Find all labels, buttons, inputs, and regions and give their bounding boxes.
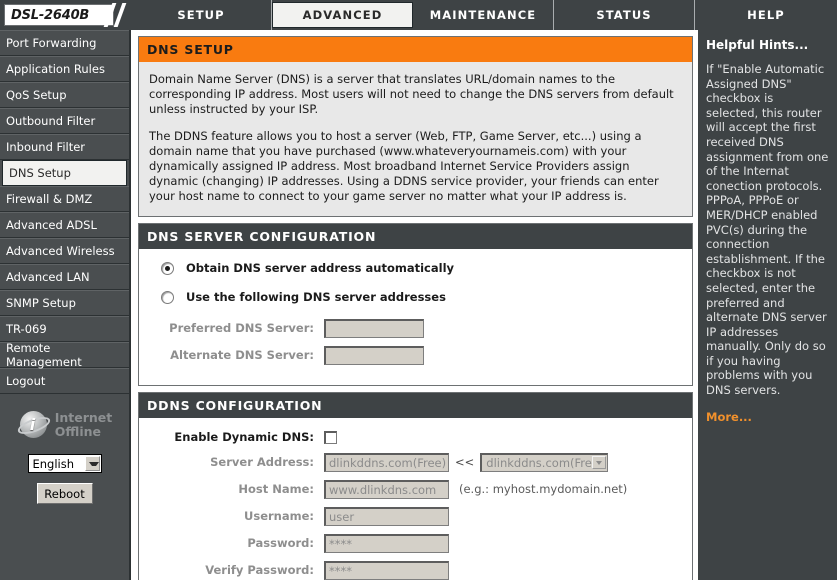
internet-status: i Internet Offline <box>0 402 129 448</box>
main-content: DNS SETUP Domain Name Server (DNS) is a … <box>133 30 698 580</box>
server-address-label: Server Address: <box>210 455 314 469</box>
server-address-select[interactable]: dlinkddns.com(Free) <box>480 453 609 472</box>
preferred-dns-input[interactable] <box>324 319 424 338</box>
preferred-dns-label: Preferred DNS Server: <box>169 321 314 335</box>
ddns-configuration-panel: DDNS CONFIGURATION Enable Dynamic DNS: S… <box>138 392 693 580</box>
ddns-configuration-title: DDNS CONFIGURATION <box>139 393 692 418</box>
logo-model-text: DSL-2640B <box>11 7 90 23</box>
username-input[interactable]: user <box>324 507 449 526</box>
alternate-dns-input[interactable] <box>324 346 424 365</box>
helpful-hints-more-link[interactable]: More... <box>706 410 829 424</box>
sidebar-item-snmp-setup[interactable]: SNMP Setup <box>0 290 129 316</box>
host-name-hint: (e.g.: myhost.mydomain.net) <box>459 482 628 496</box>
dns-setup-paragraph-2: The DDNS feature allows you to host a se… <box>149 129 659 203</box>
logo-slash-icon <box>113 3 127 27</box>
logo-plate: DSL-2640B <box>4 4 114 26</box>
server-address-input[interactable]: dlinkddns.com(Free) <box>324 453 449 472</box>
chevron-down-icon[interactable] <box>592 456 607 469</box>
password-label: Password: <box>247 536 314 550</box>
verify-password-label: Verify Password: <box>205 563 314 577</box>
alternate-dns-label: Alternate DNS Server: <box>170 348 314 362</box>
tab-advanced[interactable]: ADVANCED <box>272 2 413 28</box>
tab-status[interactable]: STATUS <box>554 0 695 30</box>
server-address-row: Server Address: dlinkddns.com(Free) << d… <box>149 453 682 472</box>
helpful-hints-body: If "Enable Automatic Assigned DNS" check… <box>706 62 829 398</box>
dns-setup-title: DNS SETUP <box>139 37 692 62</box>
radio-obtain-dns-automatically-label: Obtain DNS server address automatically <box>186 261 455 275</box>
sidebar-item-port-forwarding[interactable]: Port Forwarding <box>0 30 129 56</box>
internet-status-text: Internet Offline <box>55 411 113 439</box>
sidebar-item-advanced-lan[interactable]: Advanced LAN <box>0 264 129 290</box>
sidebar-item-advanced-adsl[interactable]: Advanced ADSL <box>0 212 129 238</box>
top-navigation-bar: DSL-2640B SETUP ADVANCED MAINTENANCE STA… <box>0 0 837 30</box>
username-label: Username: <box>244 509 314 523</box>
dns-setup-description: Domain Name Server (DNS) is a server tha… <box>139 62 692 216</box>
username-row: Username: user <box>149 507 682 526</box>
preferred-dns-row: Preferred DNS Server: <box>149 319 682 338</box>
language-select[interactable]: English <box>27 454 102 473</box>
main-tabs: SETUP ADVANCED MAINTENANCE STATUS HELP <box>131 0 837 30</box>
radio-use-following-dns[interactable]: Use the following DNS server addresses <box>149 290 682 305</box>
password-input[interactable]: **** <box>324 534 449 553</box>
sidebar-item-qos-setup[interactable]: QoS Setup <box>0 82 129 108</box>
sidebar-footer: i Internet Offline English Reboot <box>0 394 129 504</box>
sidebar-item-tr-069[interactable]: TR-069 <box>0 316 129 342</box>
dns-setup-paragraph-1: Domain Name Server (DNS) is a server tha… <box>149 72 674 116</box>
tab-setup[interactable]: SETUP <box>131 0 272 30</box>
helpful-hints-panel: Helpful Hints... If "Enable Automatic As… <box>698 30 837 580</box>
server-address-select-value: dlinkddns.com(Free) <box>486 455 604 470</box>
verify-password-input[interactable]: **** <box>324 561 449 580</box>
radio-obtain-dns-automatically[interactable]: Obtain DNS server address automatically <box>149 261 682 276</box>
sidebar-item-outbound-filter[interactable]: Outbound Filter <box>0 108 129 134</box>
sidebar-item-logout[interactable]: Logout <box>0 368 129 394</box>
radio-button-icon[interactable] <box>161 291 174 304</box>
host-name-label: Host Name: <box>238 482 314 496</box>
password-row: Password: **** <box>149 534 682 553</box>
sidebar-item-firewall-dmz[interactable]: Firewall & DMZ <box>0 186 129 212</box>
sidebar-item-remote-management[interactable]: Remote Management <box>0 341 129 369</box>
enable-dynamic-dns-row: Enable Dynamic DNS: <box>149 430 682 445</box>
internet-status-line1: Internet <box>54 410 113 425</box>
sidebar-item-application-rules[interactable]: Application Rules <box>0 56 129 82</box>
reboot-button[interactable]: Reboot <box>36 483 93 504</box>
verify-password-row: Verify Password: **** <box>149 561 682 580</box>
ddns-configuration-body: Enable Dynamic DNS: Server Address: dlin… <box>139 418 692 580</box>
router-admin-page: DSL-2640B SETUP ADVANCED MAINTENANCE STA… <box>0 0 837 580</box>
sidebar-item-dns-setup[interactable]: DNS Setup <box>2 160 127 186</box>
host-name-input[interactable]: www.dlinkdns.com <box>324 480 449 499</box>
sidebar-item-advanced-wireless[interactable]: Advanced Wireless <box>0 238 129 264</box>
product-logo: DSL-2640B <box>0 0 131 30</box>
sidebar-item-inbound-filter[interactable]: Inbound Filter <box>0 134 129 160</box>
host-name-row: Host Name: www.dlinkdns.com (e.g.: myhos… <box>149 480 682 499</box>
chevron-down-icon[interactable] <box>84 456 100 471</box>
enable-dynamic-dns-checkbox[interactable] <box>324 431 337 444</box>
copy-from-select-symbol: << <box>455 455 475 469</box>
helpful-hints-title: Helpful Hints... <box>706 38 809 52</box>
sidebar: Port Forwarding Application Rules QoS Se… <box>0 30 131 580</box>
alternate-dns-row: Alternate DNS Server: <box>149 346 682 365</box>
radio-button-icon-selected[interactable] <box>161 262 174 275</box>
dns-server-configuration-title: DNS SERVER CONFIGURATION <box>139 224 692 249</box>
language-select-value: English <box>32 456 75 471</box>
enable-dynamic-dns-label: Enable Dynamic DNS: <box>174 430 314 444</box>
radio-use-following-dns-label: Use the following DNS server addresses <box>186 290 446 304</box>
dns-server-configuration-body: Obtain DNS server address automatically … <box>139 249 692 385</box>
info-globe-icon: i <box>15 408 52 442</box>
dns-server-configuration-panel: DNS SERVER CONFIGURATION Obtain DNS serv… <box>138 223 693 386</box>
tab-help[interactable]: HELP <box>695 0 837 30</box>
dns-setup-panel: DNS SETUP Domain Name Server (DNS) is a … <box>138 36 693 217</box>
tab-maintenance[interactable]: MAINTENANCE <box>413 0 554 30</box>
internet-status-line2: Offline <box>54 424 101 439</box>
